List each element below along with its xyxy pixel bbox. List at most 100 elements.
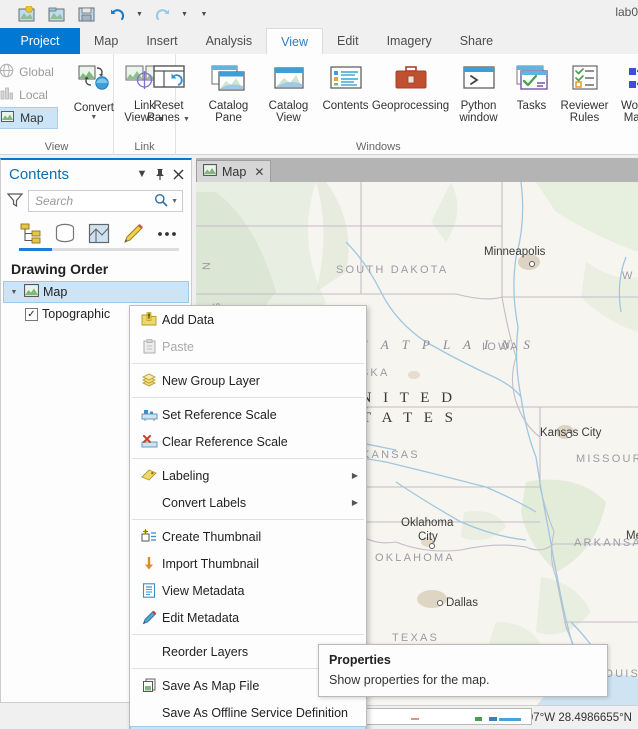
menu-item-save-as-offline-service-definition[interactable]: Save As Offline Service Definition <box>130 699 366 726</box>
tasks-button[interactable]: Tasks <box>509 57 555 112</box>
contents-layer-topographic-label: Topographic <box>42 307 111 321</box>
clear-reference-scale-icon <box>136 434 162 449</box>
catalog-view-button[interactable]: Catalog View <box>259 57 319 125</box>
edit-metadata-icon <box>136 610 162 625</box>
contents-button[interactable]: Contents <box>319 57 373 112</box>
menu-separator <box>132 519 364 520</box>
menu-item-edit-metadata-label: Edit Metadata <box>162 610 240 625</box>
add-data-icon <box>136 312 162 327</box>
menu-item-add-data[interactable]: Add Data <box>130 306 366 333</box>
catalog-view-label-2: View <box>276 112 301 124</box>
reset-panes-dropdown-icon[interactable]: ▼ <box>183 116 190 123</box>
menu-item-edit-metadata[interactable]: Edit Metadata <box>130 604 366 631</box>
local-view-label: Local <box>19 88 48 102</box>
close-icon[interactable] <box>169 165 187 183</box>
menu-item-paste-label: Paste <box>162 339 194 354</box>
menu-item-clear-reference-scale-label: Clear Reference Scale <box>162 434 288 449</box>
tab-view[interactable]: View <box>266 28 324 54</box>
save-project-icon[interactable] <box>74 2 100 26</box>
submenu-arrow-icon: ▶ <box>351 471 358 480</box>
labeling-icon <box>136 468 162 483</box>
catalog-view-label-1: Catalog <box>268 99 309 112</box>
tab-imagery[interactable]: Imagery <box>373 28 446 54</box>
layer-visibility-checkbox[interactable]: ✓ <box>25 307 38 321</box>
local-scene-icon <box>0 86 14 104</box>
python-window-icon <box>462 65 496 97</box>
more-options-icon[interactable] <box>155 221 179 245</box>
tab-analysis[interactable]: Analysis <box>192 28 267 54</box>
list-by-selection-icon[interactable] <box>87 221 111 245</box>
tab-map[interactable]: Map <box>80 28 132 54</box>
contents-search-row: Search ▼ <box>1 188 191 212</box>
menu-item-labeling[interactable]: Labeling ▶ <box>130 462 366 489</box>
city-marker <box>429 543 435 549</box>
menu-item-set-reference-scale[interactable]: Set Reference Scale <box>130 401 366 428</box>
globe-icon <box>0 63 14 81</box>
global-view-button[interactable]: Global <box>0 61 58 83</box>
filter-icon[interactable] <box>6 192 24 211</box>
menu-item-labeling-label: Labeling <box>162 468 210 483</box>
python-window-label-1: Python <box>460 99 497 112</box>
expander-icon[interactable]: ▼ <box>8 289 20 296</box>
map-tab-icon <box>203 164 217 179</box>
redo-dropdown-icon[interactable]: ▼ <box>179 2 190 26</box>
python-window-button[interactable]: Python window <box>449 57 509 125</box>
tooltip-title: Properties <box>329 653 391 667</box>
pin-icon[interactable] <box>151 165 169 183</box>
tab-share[interactable]: Share <box>446 28 507 54</box>
menu-separator <box>132 634 364 635</box>
convert-button-label: Convert <box>73 101 114 114</box>
menu-item-clear-reference-scale[interactable]: Clear Reference Scale <box>130 428 366 455</box>
list-by-editing-icon[interactable] <box>121 221 145 245</box>
undo-dropdown-icon[interactable]: ▼ <box>134 2 145 26</box>
ribbon-group-view: Global Local Map Convert ▼ View <box>0 54 114 155</box>
search-icon[interactable] <box>154 193 168 210</box>
menu-item-view-metadata-label: View Metadata <box>162 583 245 598</box>
menu-item-view-metadata[interactable]: View Metadata <box>130 577 366 604</box>
undo-icon[interactable] <box>104 2 130 26</box>
geoprocessing-button[interactable]: Geoprocessing <box>372 57 449 112</box>
open-project-icon[interactable] <box>44 2 70 26</box>
contents-tool-indicator <box>19 248 179 251</box>
menu-item-import-thumbnail[interactable]: Import Thumbnail <box>130 550 366 577</box>
list-by-drawing-order-icon[interactable] <box>19 221 43 245</box>
menu-item-paste: Paste <box>130 333 366 360</box>
ribbon-group-windows-label: Windows <box>356 141 401 153</box>
catalog-pane-button[interactable]: Catalog Pane <box>199 57 259 125</box>
contents-icon <box>329 65 363 97</box>
tab-edit[interactable]: Edit <box>323 28 373 54</box>
catalog-pane-icon <box>210 65 247 97</box>
customize-quick-access-icon[interactable]: ▼ <box>194 2 214 26</box>
list-by-data-source-icon[interactable] <box>53 221 77 245</box>
contents-layer-map[interactable]: ▼ Map <box>3 281 189 303</box>
new-group-layer-icon <box>136 373 162 388</box>
submenu-arrow-icon: ▶ <box>351 498 358 507</box>
workflow-manager-button[interactable]: Workflow Manage <box>615 57 638 125</box>
map-view-button[interactable]: Map <box>0 107 58 129</box>
contents-pane-menu-icon[interactable]: ▼ <box>133 165 151 183</box>
menu-item-convert-labels[interactable]: Convert Labels ▶ <box>130 489 366 516</box>
map-tab[interactable]: Map ✕ <box>196 160 272 182</box>
menu-separator <box>132 397 364 398</box>
convert-dropdown-icon[interactable]: ▼ <box>90 114 97 122</box>
new-project-icon[interactable] <box>14 2 40 26</box>
tab-insert[interactable]: Insert <box>132 28 191 54</box>
reset-panes-button[interactable]: Reset Panes ▼ <box>139 57 199 125</box>
contents-button-label: Contents <box>322 99 369 112</box>
workflow-manager-label-1: Workflow <box>620 99 638 112</box>
menu-item-create-thumbnail[interactable]: Create Thumbnail <box>130 523 366 550</box>
tab-project[interactable]: Project <box>0 28 80 54</box>
reviewer-rules-button[interactable]: Reviewer Rules <box>555 57 615 125</box>
search-placeholder: Search <box>35 194 74 208</box>
menu-item-import-thumbnail-label: Import Thumbnail <box>162 556 260 571</box>
menu-item-set-reference-scale-label: Set Reference Scale <box>162 407 277 422</box>
local-view-button[interactable]: Local <box>0 84 58 106</box>
paste-icon <box>136 339 162 354</box>
map-tab-close-icon[interactable]: ✕ <box>254 165 264 179</box>
ribbon-group-view-label: View <box>44 141 69 153</box>
menu-item-new-group-layer[interactable]: New Group Layer <box>130 367 366 394</box>
search-input[interactable]: Search ▼ <box>28 190 183 212</box>
redo-icon[interactable] <box>149 2 175 26</box>
search-dropdown-icon[interactable]: ▼ <box>171 198 178 205</box>
menu-item-create-thumbnail-label: Create Thumbnail <box>162 529 262 544</box>
